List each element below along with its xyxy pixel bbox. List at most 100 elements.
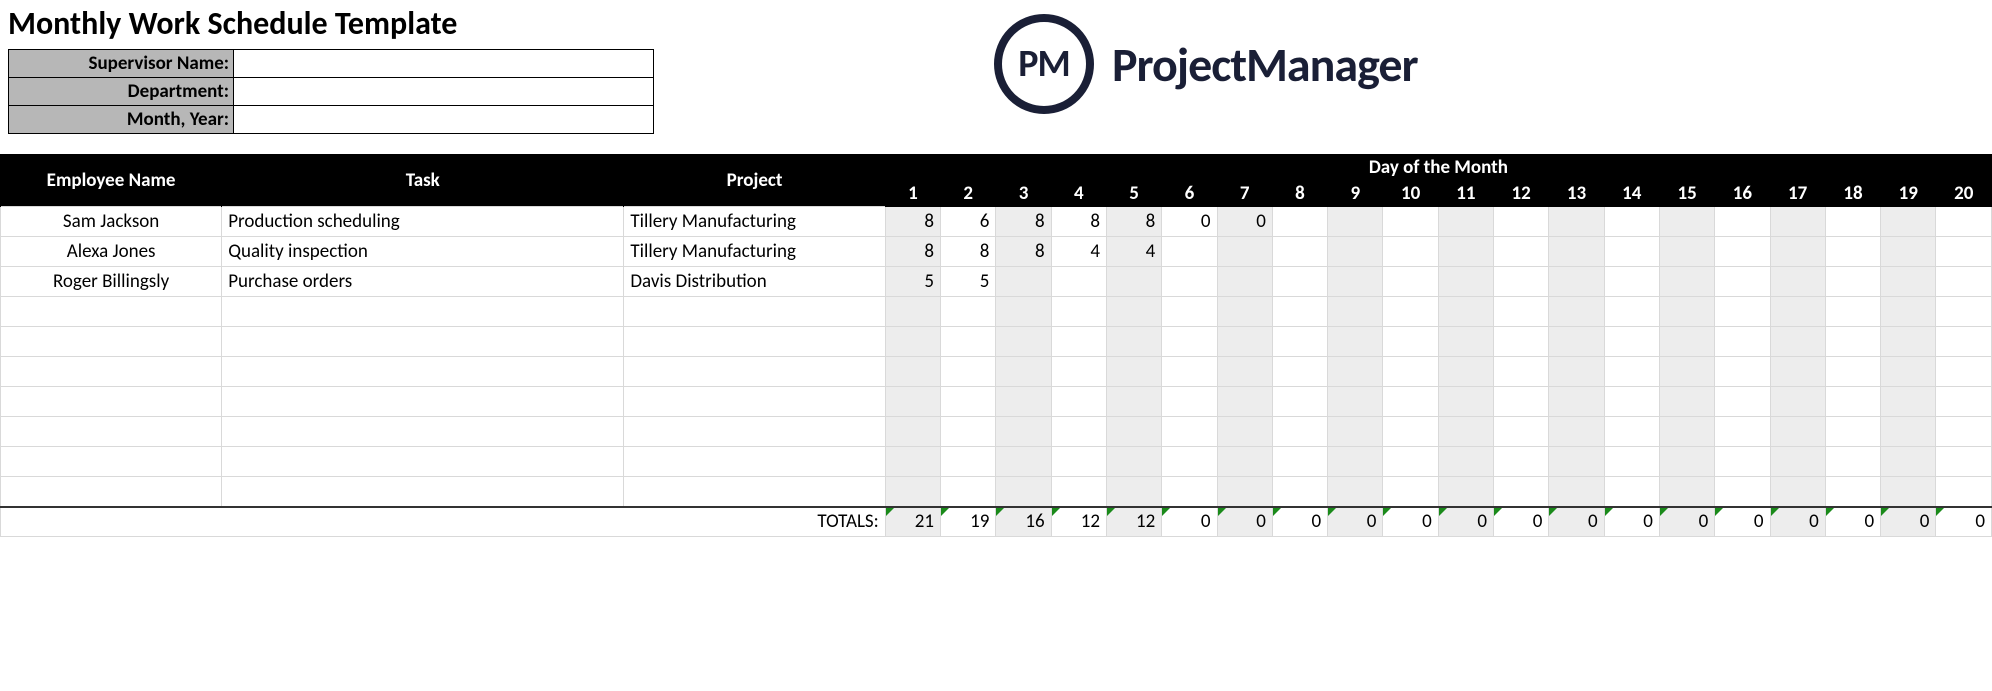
hours-cell[interactable] — [941, 327, 996, 357]
hours-cell[interactable] — [1272, 417, 1327, 447]
hours-cell[interactable] — [1217, 267, 1272, 297]
hours-cell[interactable]: 8 — [996, 237, 1051, 267]
project-cell[interactable] — [624, 447, 885, 477]
project-cell[interactable] — [624, 357, 885, 387]
employee-cell[interactable] — [1, 477, 222, 507]
hours-cell[interactable] — [1659, 447, 1714, 477]
hours-cell[interactable] — [1881, 237, 1936, 267]
hours-cell[interactable] — [885, 357, 940, 387]
hours-cell[interactable] — [1659, 477, 1714, 507]
hours-cell[interactable] — [1604, 237, 1659, 267]
task-cell[interactable] — [222, 387, 624, 417]
hours-cell[interactable] — [1881, 387, 1936, 417]
project-cell[interactable] — [624, 387, 885, 417]
hours-cell[interactable] — [1825, 477, 1880, 507]
hours-cell[interactable] — [1383, 357, 1438, 387]
hours-cell[interactable] — [1549, 207, 1604, 237]
hours-cell[interactable] — [1825, 267, 1880, 297]
hours-cell[interactable] — [1106, 267, 1161, 297]
hours-cell[interactable] — [1383, 327, 1438, 357]
hours-cell[interactable] — [1494, 477, 1549, 507]
hours-cell[interactable]: 4 — [1106, 237, 1161, 267]
hours-cell[interactable] — [1881, 477, 1936, 507]
hours-cell[interactable] — [941, 447, 996, 477]
hours-cell[interactable] — [1438, 387, 1493, 417]
hours-cell[interactable] — [1217, 357, 1272, 387]
hours-cell[interactable]: 0 — [1217, 207, 1272, 237]
hours-cell[interactable] — [1715, 447, 1770, 477]
hours-cell[interactable] — [1438, 447, 1493, 477]
hours-cell[interactable] — [1715, 267, 1770, 297]
hours-cell[interactable] — [1604, 267, 1659, 297]
hours-cell[interactable] — [996, 477, 1051, 507]
hours-cell[interactable] — [1715, 327, 1770, 357]
hours-cell[interactable] — [1659, 237, 1714, 267]
hours-cell[interactable] — [1659, 387, 1714, 417]
hours-cell[interactable] — [1770, 297, 1825, 327]
project-cell[interactable] — [624, 297, 885, 327]
hours-cell[interactable] — [1881, 267, 1936, 297]
task-cell[interactable] — [222, 297, 624, 327]
hours-cell[interactable] — [1770, 477, 1825, 507]
hours-cell[interactable] — [885, 387, 940, 417]
hours-cell[interactable] — [1825, 327, 1880, 357]
employee-cell[interactable]: Sam Jackson — [1, 207, 222, 237]
hours-cell[interactable] — [996, 417, 1051, 447]
hours-cell[interactable] — [1549, 447, 1604, 477]
hours-cell[interactable]: 8 — [941, 237, 996, 267]
department-input[interactable] — [234, 78, 654, 106]
task-cell[interactable] — [222, 417, 624, 447]
hours-cell[interactable] — [1383, 297, 1438, 327]
employee-cell[interactable] — [1, 327, 222, 357]
hours-cell[interactable] — [1162, 417, 1217, 447]
hours-cell[interactable] — [1659, 417, 1714, 447]
hours-cell[interactable] — [1106, 417, 1161, 447]
hours-cell[interactable] — [1438, 297, 1493, 327]
hours-cell[interactable] — [1494, 357, 1549, 387]
hours-cell[interactable] — [1549, 357, 1604, 387]
task-cell[interactable]: Quality inspection — [222, 237, 624, 267]
hours-cell[interactable] — [1106, 477, 1161, 507]
employee-cell[interactable]: Roger Billingsly — [1, 267, 222, 297]
hours-cell[interactable] — [1106, 327, 1161, 357]
hours-cell[interactable] — [1383, 477, 1438, 507]
hours-cell[interactable] — [1549, 327, 1604, 357]
hours-cell[interactable] — [1328, 237, 1383, 267]
hours-cell[interactable] — [1549, 417, 1604, 447]
hours-cell[interactable] — [1272, 447, 1327, 477]
hours-cell[interactable] — [1936, 357, 1992, 387]
hours-cell[interactable]: 5 — [885, 267, 940, 297]
hours-cell[interactable] — [1715, 477, 1770, 507]
employee-cell[interactable] — [1, 417, 222, 447]
hours-cell[interactable] — [1272, 297, 1327, 327]
hours-cell[interactable] — [1162, 387, 1217, 417]
hours-cell[interactable] — [1051, 297, 1106, 327]
hours-cell[interactable] — [1051, 387, 1106, 417]
task-cell[interactable]: Production scheduling — [222, 207, 624, 237]
hours-cell[interactable] — [1604, 447, 1659, 477]
hours-cell[interactable] — [941, 297, 996, 327]
hours-cell[interactable] — [1162, 447, 1217, 477]
supervisor-input[interactable] — [234, 50, 654, 78]
hours-cell[interactable] — [1328, 357, 1383, 387]
hours-cell[interactable] — [996, 327, 1051, 357]
hours-cell[interactable] — [1881, 447, 1936, 477]
project-cell[interactable] — [624, 417, 885, 447]
hours-cell[interactable] — [1438, 477, 1493, 507]
hours-cell[interactable] — [1328, 267, 1383, 297]
hours-cell[interactable] — [1825, 447, 1880, 477]
hours-cell[interactable] — [1604, 387, 1659, 417]
hours-cell[interactable] — [996, 447, 1051, 477]
hours-cell[interactable] — [885, 327, 940, 357]
hours-cell[interactable] — [1383, 267, 1438, 297]
hours-cell[interactable] — [1162, 267, 1217, 297]
hours-cell[interactable] — [1438, 417, 1493, 447]
hours-cell[interactable] — [1936, 297, 1992, 327]
hours-cell[interactable] — [1328, 297, 1383, 327]
month-year-input[interactable] — [234, 106, 654, 134]
hours-cell[interactable] — [1715, 297, 1770, 327]
hours-cell[interactable] — [1438, 327, 1493, 357]
hours-cell[interactable] — [1106, 447, 1161, 477]
hours-cell[interactable] — [1659, 297, 1714, 327]
hours-cell[interactable] — [1494, 237, 1549, 267]
